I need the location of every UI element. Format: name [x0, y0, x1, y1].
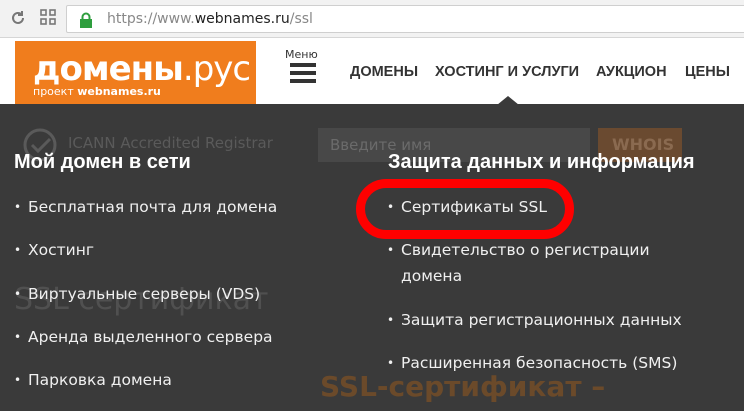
col-title-my-domain: Мой домен в сети	[14, 151, 191, 173]
logo-subtitle: проект webnames.ru	[33, 85, 161, 98]
apps-grid-icon[interactable]	[38, 9, 58, 29]
menu-item-vds[interactable]: • Виртуальные серверы (VDS)	[14, 281, 261, 307]
bullet-icon: •	[14, 330, 22, 344]
menu-item-whois-privacy[interactable]: • Защита регистрационных данных	[387, 307, 682, 333]
menu-item-free-mail[interactable]: • Бесплатная почта для домена	[14, 194, 278, 220]
url-scheme: https://www.	[107, 11, 195, 27]
bullet-icon: •	[14, 373, 22, 387]
menu-item-dedicated-server[interactable]: • Аренда выделенного сервера	[14, 324, 273, 350]
menu-item-label: Виртуальные серверы (VDS)	[28, 285, 261, 303]
menu-item-label: Бесплатная почта для домена	[28, 198, 278, 216]
bullet-icon: •	[14, 200, 22, 214]
registrar-text: ICANN Accredited Registrar	[68, 134, 273, 152]
bullet-icon: •	[387, 243, 395, 257]
highlight-annotation	[356, 179, 574, 239]
nav-hosting-services[interactable]: ХОСТИНГ И УСЛУГИ	[435, 64, 579, 80]
menu-item-registration-certificate-line2[interactable]: домена	[401, 263, 462, 289]
menu-item-parking[interactable]: • Парковка домена	[14, 367, 172, 393]
logo-text: домены.рус	[33, 49, 251, 89]
browser-toolbar: https://www.webnames.ru/ssl	[0, 0, 744, 38]
nav-domains[interactable]: ДОМЕНЫ	[350, 64, 418, 80]
menu-item-label: Защита регистрационных данных	[401, 311, 682, 329]
menu-item-label: Расширенная безопасность (SMS)	[401, 354, 678, 372]
bullet-icon: •	[14, 243, 22, 257]
menu-item-sms-security[interactable]: • Расширенная безопасность (SMS)	[387, 350, 678, 376]
site-logo[interactable]: домены.рус проект webnames.ru	[15, 41, 256, 104]
logo-tld: .рус	[182, 49, 251, 89]
address-bar[interactable]: https://www.webnames.ru/ssl	[66, 5, 744, 33]
lock-icon	[79, 12, 93, 28]
hamburger-menu-icon[interactable]	[290, 63, 316, 83]
logo-main: домены	[33, 49, 184, 89]
nav-auction[interactable]: АУКЦИОН	[596, 64, 667, 80]
menu-item-registration-certificate[interactable]: • Свидетельство о регистрации	[387, 237, 650, 263]
url-text: https://www.webnames.ru/ssl	[107, 11, 313, 27]
menu-item-label: Хостинг	[28, 241, 95, 259]
bullet-icon: •	[387, 313, 395, 327]
bullet-icon: •	[387, 356, 395, 370]
menu-item-label: Аренда выделенного сервера	[28, 328, 273, 346]
menu-item-label: Парковка домена	[28, 371, 172, 389]
url-host: webnames.ru	[194, 11, 290, 27]
menu-item-hosting[interactable]: • Хостинг	[14, 237, 95, 263]
bullet-icon: •	[14, 287, 22, 301]
menu-label: Меню	[285, 48, 318, 61]
logo-sub-brand: webnames.ru	[77, 85, 161, 98]
nav-prices[interactable]: ЦЕНЫ	[685, 64, 730, 80]
menu-item-label: Свидетельство о регистрации	[401, 241, 650, 259]
url-path: /ssl	[289, 11, 313, 27]
logo-sub-prefix: проект	[33, 85, 78, 98]
col-title-data-protection: Защита данных и информация	[388, 151, 695, 173]
reload-icon[interactable]	[8, 9, 28, 29]
